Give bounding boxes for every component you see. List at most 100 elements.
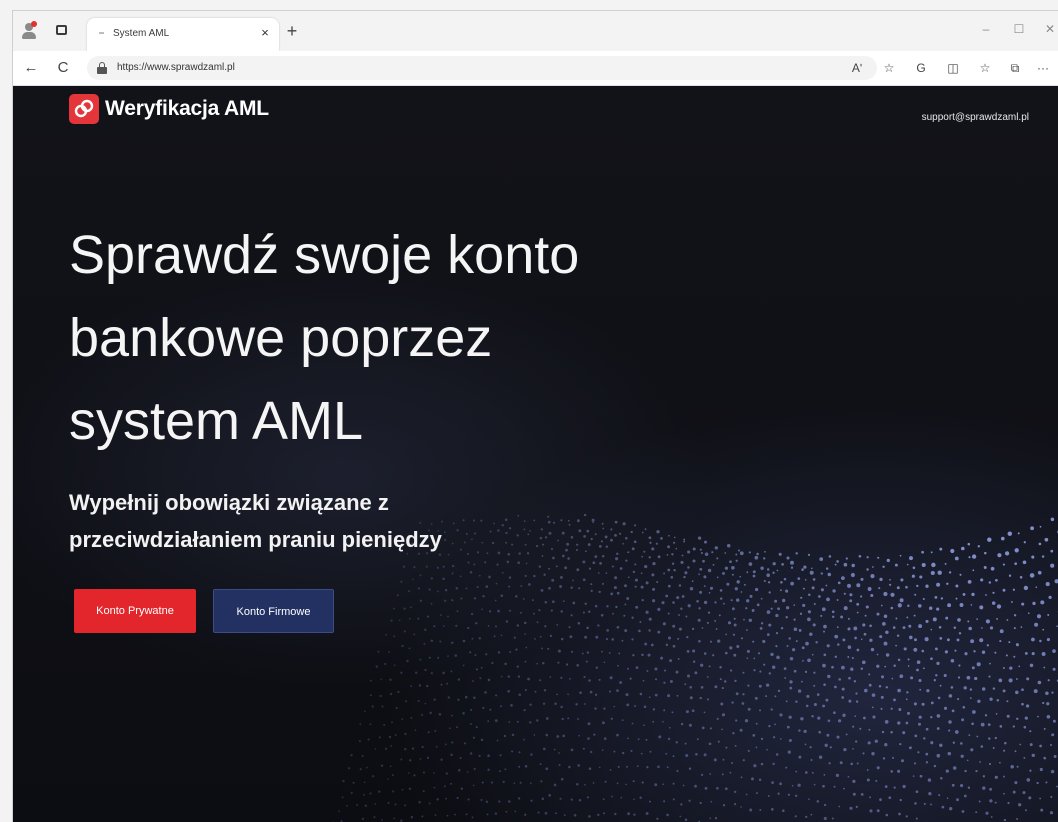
wave-particle <box>372 705 374 707</box>
back-button[interactable]: ← <box>21 58 41 78</box>
wave-particle <box>980 745 983 748</box>
wave-particle <box>736 692 739 695</box>
wave-particle <box>428 731 430 733</box>
wave-particle <box>445 743 447 745</box>
wave-particle <box>673 755 675 757</box>
wave-particle <box>785 590 788 593</box>
tab-close-icon[interactable]: × <box>257 25 273 41</box>
wave-particle <box>1006 700 1008 702</box>
wave-particle <box>646 611 649 614</box>
tab-title: System AML <box>113 28 169 39</box>
wave-particle <box>818 731 821 734</box>
tab-actions-icon[interactable] <box>53 22 71 40</box>
address-bar[interactable]: https://www.sprawdzaml.pl <box>87 56 877 80</box>
wave-particle <box>784 578 787 581</box>
wave-particle <box>623 522 626 525</box>
wave-particle <box>574 814 577 817</box>
wave-particle <box>913 567 916 570</box>
wave-particle <box>495 600 497 602</box>
wave-particle <box>829 762 831 764</box>
wave-particle <box>823 683 826 686</box>
wave-particle <box>863 717 866 720</box>
wave-particle <box>1003 564 1005 566</box>
wave-particle <box>1024 726 1027 729</box>
wave-particle <box>960 742 963 745</box>
wave-particle <box>984 566 987 569</box>
split-screen-icon[interactable]: ◫ <box>943 58 963 78</box>
profile-icon[interactable] <box>19 21 39 41</box>
wave-particle <box>474 597 476 599</box>
wave-particle <box>692 628 694 630</box>
wave-particle <box>685 616 687 618</box>
favorite-star-icon[interactable]: ☆ <box>879 58 899 78</box>
private-account-button[interactable]: Konto Prywatne <box>74 589 196 633</box>
wave-particle <box>650 751 652 753</box>
wave-particle <box>484 691 487 694</box>
favorites-icon[interactable]: ☆ <box>975 58 995 78</box>
wave-particle <box>946 769 949 772</box>
wave-particle <box>852 726 854 728</box>
wave-particle <box>683 785 685 787</box>
business-account-button[interactable]: Konto Firmowe <box>213 589 334 633</box>
wave-particle <box>951 659 955 663</box>
wave-particle <box>673 569 675 571</box>
wave-particle <box>838 582 841 585</box>
wave-particle <box>451 642 453 644</box>
wave-particle <box>602 523 604 525</box>
wave-particle <box>1008 531 1013 536</box>
maximize-button[interactable]: ☐ <box>1004 19 1034 39</box>
collections-icon[interactable]: ⧉ <box>1005 58 1025 78</box>
reload-button[interactable]: C <box>53 58 73 78</box>
wave-particle <box>817 717 820 720</box>
support-email-link[interactable]: support@sprawdzaml.pl <box>922 112 1029 123</box>
wave-particle <box>556 565 558 567</box>
read-aloud-icon[interactable]: Aʹ <box>847 58 867 78</box>
wave-particle <box>1030 664 1033 667</box>
wave-particle <box>682 555 684 557</box>
lock-icon[interactable] <box>97 62 107 74</box>
new-tab-button[interactable]: + <box>283 23 301 41</box>
wave-particle <box>704 541 707 544</box>
url-text[interactable]: https://www.sprawdzaml.pl <box>117 62 235 73</box>
wave-particle <box>741 591 743 593</box>
wave-particle <box>649 696 651 698</box>
wave-particle <box>774 600 777 603</box>
wave-particle <box>648 629 650 631</box>
wave-particle <box>652 562 655 565</box>
logo-icon[interactable] <box>69 94 99 124</box>
wave-particle <box>996 618 998 620</box>
wave-particle <box>1003 589 1006 592</box>
wave-particle <box>518 766 520 768</box>
wave-particle <box>904 647 907 650</box>
wave-particle <box>563 600 565 602</box>
wave-particle <box>956 798 959 801</box>
wave-particle <box>861 667 863 669</box>
wave-particle <box>949 571 951 573</box>
wave-particle <box>470 571 473 574</box>
wave-particle <box>520 782 522 784</box>
wave-particle <box>982 687 985 690</box>
wave-particle <box>427 615 429 617</box>
wave-particle <box>789 687 792 690</box>
wave-particle <box>559 764 561 766</box>
wave-particle <box>725 567 728 570</box>
close-window-button[interactable]: ✕ <box>1035 19 1058 39</box>
logo-text[interactable]: Weryfikacja AML <box>105 97 269 121</box>
wave-particle <box>921 551 924 554</box>
wave-particle <box>584 703 586 705</box>
refresh-alt-icon[interactable]: G <box>911 58 931 78</box>
wave-particle <box>930 716 932 718</box>
wave-particle <box>420 574 422 576</box>
wave-particle <box>958 676 960 678</box>
wave-particle <box>738 549 740 551</box>
wave-particle <box>514 811 516 813</box>
wave-particle <box>431 577 433 579</box>
tab-active[interactable]: System AML × <box>87 18 279 51</box>
minimize-button[interactable]: – <box>971 19 1001 39</box>
wave-particle <box>555 812 557 814</box>
wave-particle <box>756 747 758 749</box>
wave-particle <box>542 662 544 664</box>
wave-particle <box>651 573 654 576</box>
wave-particle <box>525 647 527 649</box>
more-menu-icon[interactable]: ··· <box>1033 58 1053 78</box>
